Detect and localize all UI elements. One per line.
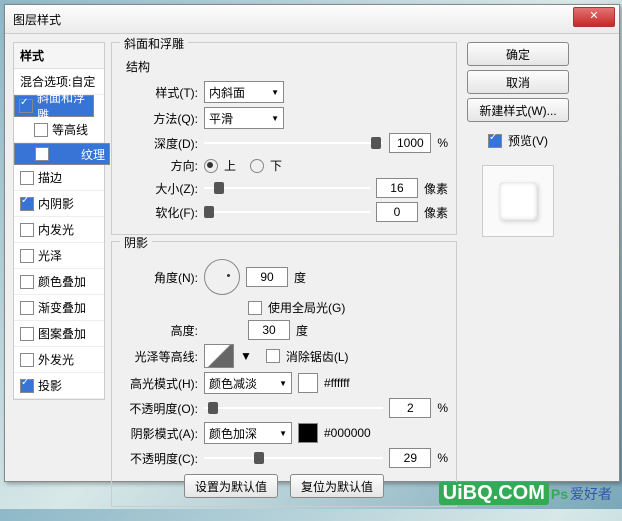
style-label: 样式(T): bbox=[120, 84, 198, 101]
preview-box bbox=[482, 165, 554, 237]
size-label: 大小(Z): bbox=[120, 180, 198, 197]
preview-checkbox[interactable] bbox=[488, 134, 502, 148]
style-item-label: 外发光 bbox=[38, 351, 74, 368]
style-item-label: 内阴影 bbox=[38, 195, 74, 212]
reset-default-button[interactable]: 复位为默认值 bbox=[290, 474, 384, 498]
style-item-2[interactable]: 纹理 bbox=[14, 143, 110, 165]
style-checkbox[interactable] bbox=[20, 327, 34, 341]
gloss-contour-picker[interactable] bbox=[204, 344, 234, 368]
style-item-3[interactable]: 描边 bbox=[14, 165, 104, 191]
style-checkbox[interactable] bbox=[20, 301, 34, 315]
style-checkbox[interactable] bbox=[19, 99, 33, 113]
direction-label: 方向: bbox=[120, 157, 198, 174]
angle-label: 角度(N): bbox=[120, 269, 198, 286]
highlight-opacity-label: 不透明度(O): bbox=[120, 400, 198, 417]
angle-input[interactable]: 90 bbox=[246, 267, 288, 287]
depth-label: 深度(D): bbox=[120, 135, 198, 152]
dialog-title: 图层样式 bbox=[13, 11, 61, 28]
shadow-hex: #000000 bbox=[324, 426, 371, 440]
global-light-checkbox[interactable] bbox=[248, 301, 262, 315]
style-item-1[interactable]: 等高线 bbox=[14, 117, 104, 143]
altitude-label: 高度: bbox=[120, 322, 198, 339]
antialias-checkbox[interactable] bbox=[266, 349, 280, 363]
style-item-label: 斜面和浮雕 bbox=[37, 89, 89, 123]
depth-input[interactable]: 1000 bbox=[389, 133, 431, 153]
shadow-opacity-slider[interactable] bbox=[204, 450, 383, 466]
style-checkbox[interactable] bbox=[20, 275, 34, 289]
style-item-label: 内发光 bbox=[38, 221, 74, 238]
make-default-button[interactable]: 设置为默认值 bbox=[184, 474, 278, 498]
new-style-button[interactable]: 新建样式(W)... bbox=[467, 98, 569, 122]
altitude-input[interactable]: 30 bbox=[248, 320, 290, 340]
style-checkbox[interactable] bbox=[34, 123, 48, 137]
style-item-label: 渐变叠加 bbox=[38, 299, 86, 316]
watermark: UiBQ.COM Ps 爱好者 bbox=[439, 482, 612, 505]
highlight-mode-select[interactable]: 颜色减淡▼ bbox=[204, 372, 292, 394]
cancel-button[interactable]: 取消 bbox=[467, 70, 569, 94]
close-button[interactable]: ✕ bbox=[573, 7, 615, 27]
style-checkbox[interactable] bbox=[20, 379, 34, 393]
style-item-6[interactable]: 光泽 bbox=[14, 243, 104, 269]
styles-list: 样式 混合选项:自定 斜面和浮雕等高线纹理描边内阴影内发光光泽颜色叠加渐变叠加图… bbox=[13, 42, 105, 400]
shadow-color-swatch[interactable] bbox=[298, 423, 318, 443]
shadow-mode-label: 阴影模式(A): bbox=[120, 425, 198, 442]
direction-down-radio[interactable] bbox=[250, 159, 264, 173]
style-item-label: 光泽 bbox=[38, 247, 62, 264]
antialias-label: 消除锯齿(L) bbox=[286, 348, 349, 365]
style-checkbox[interactable] bbox=[20, 353, 34, 367]
structure-label: 结构 bbox=[126, 58, 448, 75]
shading-group-title: 阴影 bbox=[120, 236, 152, 250]
style-select[interactable]: 内斜面▼ bbox=[204, 81, 284, 103]
method-select[interactable]: 平滑▼ bbox=[204, 107, 284, 129]
style-item-5[interactable]: 内发光 bbox=[14, 217, 104, 243]
style-item-label: 图案叠加 bbox=[38, 325, 86, 342]
shadow-mode-select[interactable]: 颜色加深▼ bbox=[204, 422, 292, 444]
style-checkbox[interactable] bbox=[20, 197, 34, 211]
highlight-color-swatch[interactable] bbox=[298, 373, 318, 393]
style-item-label: 投影 bbox=[38, 377, 62, 394]
style-item-10[interactable]: 外发光 bbox=[14, 347, 104, 373]
soften-label: 软化(F): bbox=[120, 204, 198, 221]
highlight-hex: #ffffff bbox=[324, 376, 350, 390]
style-checkbox[interactable] bbox=[20, 171, 34, 185]
style-item-11[interactable]: 投影 bbox=[14, 373, 104, 399]
style-item-8[interactable]: 渐变叠加 bbox=[14, 295, 104, 321]
size-slider[interactable] bbox=[204, 180, 370, 196]
style-checkbox[interactable] bbox=[20, 249, 34, 263]
soften-slider[interactable] bbox=[204, 204, 370, 220]
style-item-label: 等高线 bbox=[52, 121, 88, 138]
gloss-label: 光泽等高线: bbox=[120, 348, 198, 365]
soften-input[interactable]: 0 bbox=[376, 202, 418, 222]
style-item-4[interactable]: 内阴影 bbox=[14, 191, 104, 217]
style-item-9[interactable]: 图案叠加 bbox=[14, 321, 104, 347]
direction-up-radio[interactable] bbox=[204, 159, 218, 173]
method-label: 方法(Q): bbox=[120, 110, 198, 127]
depth-slider[interactable] bbox=[204, 135, 383, 151]
size-input[interactable]: 16 bbox=[376, 178, 418, 198]
style-item-label: 纹理 bbox=[81, 146, 105, 163]
highlight-opacity-slider[interactable] bbox=[204, 400, 383, 416]
preview-label: 预览(V) bbox=[508, 132, 548, 149]
shadow-opacity-input[interactable]: 29 bbox=[389, 448, 431, 468]
style-checkbox[interactable] bbox=[20, 223, 34, 237]
highlight-mode-label: 高光模式(H): bbox=[120, 375, 198, 392]
global-light-label: 使用全局光(G) bbox=[268, 299, 345, 316]
style-item-7[interactable]: 颜色叠加 bbox=[14, 269, 104, 295]
style-item-label: 颜色叠加 bbox=[38, 273, 86, 290]
style-item-label: 描边 bbox=[38, 169, 62, 186]
highlight-opacity-input[interactable]: 2 bbox=[389, 398, 431, 418]
angle-dial[interactable] bbox=[204, 259, 240, 295]
ok-button[interactable]: 确定 bbox=[467, 42, 569, 66]
styles-header: 样式 bbox=[14, 43, 104, 69]
style-item-0[interactable]: 斜面和浮雕 bbox=[14, 95, 94, 117]
shadow-opacity-label: 不透明度(C): bbox=[120, 450, 198, 467]
style-checkbox[interactable] bbox=[35, 147, 49, 161]
bevel-group-title: 斜面和浮雕 bbox=[120, 37, 188, 51]
